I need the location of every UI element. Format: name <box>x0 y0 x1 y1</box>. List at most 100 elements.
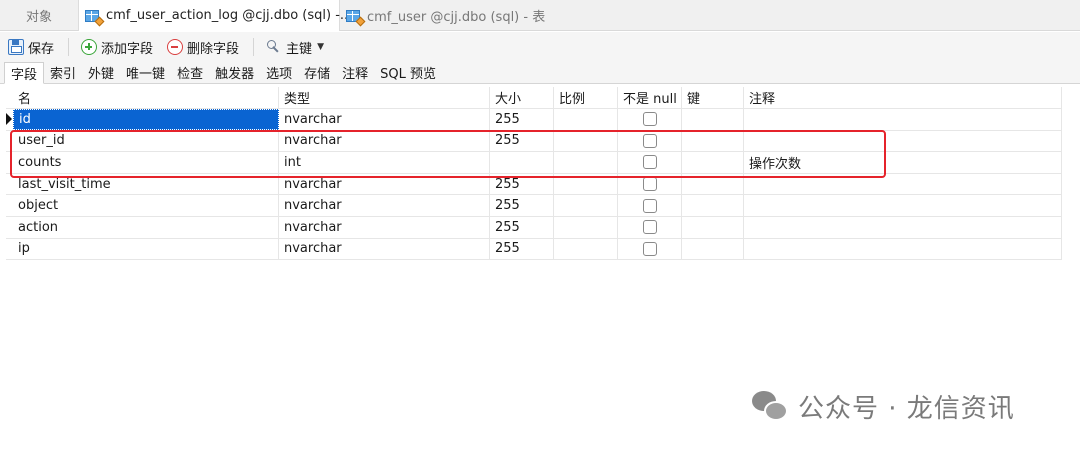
subtab-triggers[interactable]: 触发器 <box>209 61 260 83</box>
field-comment-cell[interactable] <box>744 109 1062 130</box>
field-name-cell[interactable]: user_id <box>13 130 279 152</box>
field-type-cell[interactable]: int <box>279 152 490 173</box>
subtab-options[interactable]: 选项 <box>260 61 298 83</box>
save-button[interactable]: 保存 <box>8 38 54 57</box>
field-comment-cell[interactable] <box>744 216 1062 238</box>
not-null-checkbox[interactable] <box>642 220 657 235</box>
table-row[interactable]: action nvarchar 255 <box>6 216 1062 239</box>
subtab-indexes[interactable]: 索引 <box>44 61 82 83</box>
column-header-type[interactable]: 类型 <box>279 87 490 108</box>
field-size-cell[interactable]: 255 <box>490 130 554 152</box>
field-scale-cell[interactable] <box>554 152 618 173</box>
delete-field-label: 删除字段 <box>187 41 240 57</box>
subtab-fields[interactable]: 字段 <box>4 62 45 84</box>
subtab-unique-keys[interactable]: 唯一键 <box>120 61 171 83</box>
field-name-cell[interactable]: counts <box>13 152 279 173</box>
primary-key-button[interactable]: 主键 ▼ <box>266 38 324 57</box>
field-size-cell[interactable]: 255 <box>490 173 554 195</box>
field-key-cell[interactable] <box>682 152 744 173</box>
field-comment-cell[interactable]: 操作次数 <box>744 152 1062 173</box>
field-comment: 操作次数 <box>749 156 802 172</box>
field-size-cell[interactable]: 255 <box>490 109 554 130</box>
subtab-storage[interactable]: 存储 <box>298 61 336 83</box>
table-row[interactable]: id nvarchar 255 <box>6 109 1062 131</box>
table-row[interactable]: counts int 操作次数 <box>6 152 1062 174</box>
field-key-cell[interactable] <box>682 238 744 260</box>
table-row[interactable]: user_id nvarchar 255 <box>6 130 1062 153</box>
field-name-cell[interactable]: id <box>13 109 279 130</box>
field-size: 255 <box>495 198 520 214</box>
field-name: counts <box>18 154 62 170</box>
column-header-scale[interactable]: 比例 <box>554 87 618 108</box>
column-header-comment[interactable]: 注释 <box>744 87 1062 108</box>
field-size-cell[interactable]: 255 <box>490 238 554 260</box>
field-key-cell[interactable] <box>682 195 744 216</box>
column-header-not-null[interactable]: 不是 null <box>618 87 682 108</box>
field-scale-cell[interactable] <box>554 173 618 195</box>
field-scale-cell[interactable] <box>554 109 618 130</box>
field-comment-cell[interactable] <box>744 173 1062 195</box>
subtab-label: 存储 <box>304 66 331 82</box>
field-key-cell[interactable] <box>682 173 744 195</box>
toolbar: 保存 添加字段 删除字段 主键 ▼ <box>0 32 1080 62</box>
field-name: ip <box>18 241 30 257</box>
subtab-comment[interactable]: 注释 <box>336 61 374 83</box>
toolbar-divider <box>68 38 70 56</box>
field-comment-cell[interactable] <box>744 238 1062 260</box>
field-size-cell[interactable]: 255 <box>490 216 554 238</box>
tab-cmf-user-action-log[interactable]: cmf_user_action_log @cjj.dbo (sql) -... <box>78 0 352 31</box>
field-type-cell[interactable]: nvarchar <box>279 216 490 238</box>
field-type-cell[interactable]: nvarchar <box>279 195 490 216</box>
field-type: nvarchar <box>284 198 342 214</box>
not-null-checkbox[interactable] <box>642 133 657 148</box>
field-key-cell[interactable] <box>682 216 744 238</box>
field-size: 255 <box>495 133 520 149</box>
subtab-label: 索引 <box>50 66 77 82</box>
field-size-cell[interactable] <box>490 152 554 173</box>
field-size: 255 <box>495 241 520 257</box>
field-scale-cell[interactable] <box>554 216 618 238</box>
field-scale-cell[interactable] <box>554 195 618 216</box>
field-key-cell[interactable] <box>682 130 744 152</box>
field-type-cell[interactable]: nvarchar <box>279 173 490 195</box>
field-comment-cell[interactable] <box>744 130 1062 152</box>
field-size: 255 <box>495 176 520 192</box>
field-name-cell[interactable]: action <box>13 216 279 238</box>
field-key-cell[interactable] <box>682 109 744 130</box>
field-name-cell[interactable]: ip <box>13 238 279 260</box>
field-scale-cell[interactable] <box>554 130 618 152</box>
not-null-checkbox[interactable] <box>642 177 657 192</box>
not-null-checkbox[interactable] <box>642 198 657 213</box>
not-null-checkbox[interactable] <box>642 155 657 170</box>
column-header-label: 大小 <box>495 92 522 107</box>
table-row[interactable]: last_visit_time nvarchar 255 <box>6 173 1062 196</box>
not-null-cell <box>618 173 682 195</box>
column-header-name[interactable]: 名 <box>13 87 279 108</box>
tab-cmf-user[interactable]: cmf_user @cjj.dbo (sql) - 表 <box>340 0 605 31</box>
field-type: nvarchar <box>284 133 342 149</box>
add-field-button[interactable]: 添加字段 <box>81 38 153 57</box>
design-subtabs: 字段 索引 外键 唯一键 检查 触发器 选项 存储 注释 SQL 预览 <box>0 62 1080 84</box>
add-icon <box>81 39 98 55</box>
column-header-key[interactable]: 键 <box>682 87 744 108</box>
not-null-cell <box>618 130 682 152</box>
table-row[interactable]: ip nvarchar 255 <box>6 238 1062 261</box>
field-scale-cell[interactable] <box>554 238 618 260</box>
field-comment-cell[interactable] <box>744 195 1062 216</box>
field-name-cell[interactable]: last_visit_time <box>13 173 279 195</box>
subtab-foreign-keys[interactable]: 外键 <box>82 61 120 83</box>
column-header-size[interactable]: 大小 <box>490 87 554 108</box>
subtab-sql-preview[interactable]: SQL 预览 <box>374 61 442 83</box>
field-type-cell[interactable]: nvarchar <box>279 109 490 130</box>
not-null-checkbox[interactable] <box>642 241 657 256</box>
tab-objects[interactable]: 对象 <box>0 0 78 31</box>
field-size-cell[interactable]: 255 <box>490 195 554 216</box>
tab-bar: 对象 cmf_user_action_log @cjj.dbo (sql) -.… <box>0 0 1080 31</box>
table-row[interactable]: object nvarchar 255 <box>6 195 1062 217</box>
field-type-cell[interactable]: nvarchar <box>279 238 490 260</box>
field-name-cell[interactable]: object <box>13 195 279 216</box>
not-null-checkbox[interactable] <box>642 112 657 127</box>
subtab-checks[interactable]: 检查 <box>171 61 209 83</box>
delete-field-button[interactable]: 删除字段 <box>167 38 239 57</box>
field-type-cell[interactable]: nvarchar <box>279 130 490 152</box>
